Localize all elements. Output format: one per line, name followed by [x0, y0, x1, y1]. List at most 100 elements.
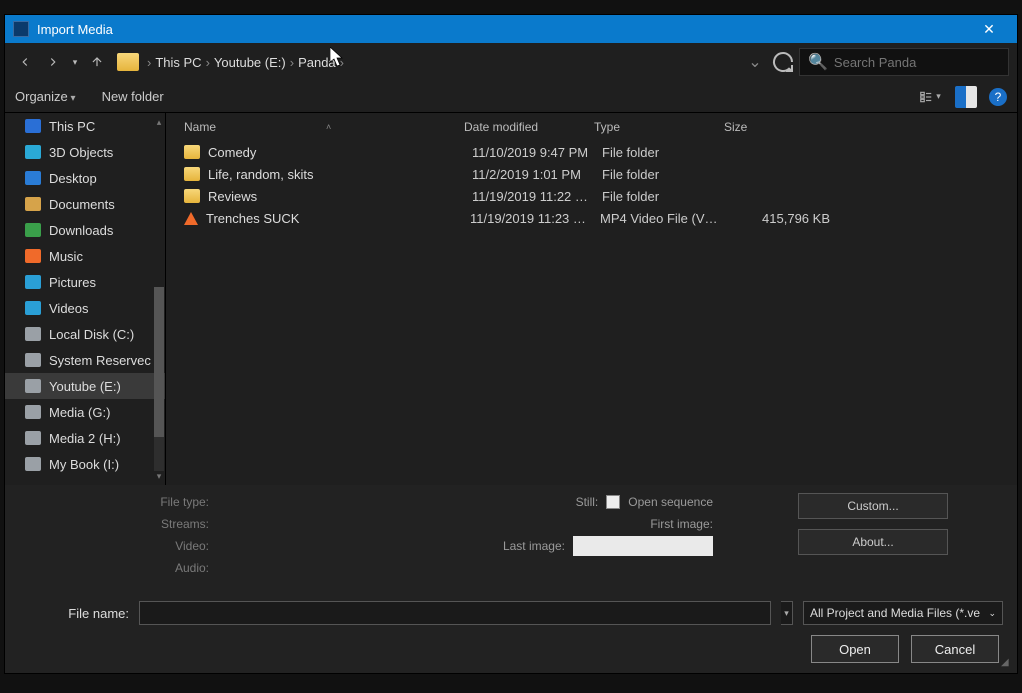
col-name[interactable]: Name˄: [184, 120, 464, 134]
tree-item-label: Media (G:): [49, 405, 110, 420]
breadcrumb: › This PC › Youtube (E:) › Panda ›: [147, 55, 739, 70]
col-date[interactable]: Date modified: [464, 120, 594, 134]
tree-item-label: Documents: [49, 197, 115, 212]
crumb-panda[interactable]: Panda: [298, 55, 336, 70]
action-bar: Open Cancel: [19, 635, 1003, 663]
tree-item[interactable]: Media (G:): [5, 399, 165, 425]
file-size: 415,796 KB: [730, 211, 830, 226]
tree-item[interactable]: Pictures: [5, 269, 165, 295]
tree-item-label: Youtube (E:): [49, 379, 121, 394]
new-folder-button[interactable]: New folder: [102, 89, 164, 104]
search-input[interactable]: [834, 55, 1010, 70]
file-type: File folder: [602, 189, 732, 204]
dialog-body: This PC3D Objects Desktop Documents Downloa…: [5, 113, 1017, 485]
tree-item-label: My Book (I:): [49, 457, 119, 472]
toolbar: Organize New folder ▾ ?: [5, 81, 1017, 113]
file-type: File folder: [602, 145, 732, 160]
col-type[interactable]: Type: [594, 120, 724, 134]
file-type: MP4 Video File (V…: [600, 211, 730, 226]
open-sequence-checkbox[interactable]: [606, 495, 620, 509]
folder-icon: [184, 167, 200, 181]
tree-item[interactable]: System Reservec: [5, 347, 165, 373]
tree-item[interactable]: Downloads: [5, 217, 165, 243]
tree-item[interactable]: Media 2 (H:): [5, 425, 165, 451]
app-icon: [13, 21, 29, 37]
file-list-area: Name˄ Date modified Type Size Comedy11/1…: [165, 113, 1017, 485]
file-type: File folder: [602, 167, 732, 182]
label-video: Video:: [19, 535, 209, 557]
chevron-right-icon: ›: [147, 55, 151, 70]
tree-scrollbar[interactable]: ▴ ▾: [153, 117, 165, 481]
column-headers: Name˄ Date modified Type Size: [166, 113, 1017, 141]
folder-icon: [117, 53, 139, 71]
file-date: 11/19/2019 11:23 …: [470, 211, 600, 226]
scroll-down-icon[interactable]: ▾: [153, 471, 165, 481]
file-name-input[interactable]: [139, 601, 771, 625]
folder-icon: [184, 189, 200, 203]
help-button[interactable]: ?: [989, 88, 1007, 106]
tree-item-label: Local Disk (C:): [49, 327, 134, 342]
last-image-input[interactable]: [573, 536, 713, 556]
close-button[interactable]: ✕: [969, 15, 1009, 43]
file-name: Reviews: [208, 189, 472, 204]
tree-item[interactable]: Desktop: [5, 165, 165, 191]
recent-dropdown-icon[interactable]: ▾: [69, 50, 81, 74]
titlebar: Import Media ✕: [5, 15, 1017, 43]
crumb-youtube-e[interactable]: Youtube (E:): [214, 55, 286, 70]
meta-labels: File type: Streams: Video: Audio:: [19, 491, 219, 579]
file-row[interactable]: Comedy11/10/2019 9:47 PMFile folder: [166, 141, 1017, 163]
tree-item-label: Desktop: [49, 171, 97, 186]
tree-item[interactable]: Local Disk (C:): [5, 321, 165, 347]
label-first-image: First image:: [650, 517, 713, 531]
file-filter-select[interactable]: All Project and Media Files (*.ve ⌄: [803, 601, 1003, 625]
back-button[interactable]: [13, 50, 37, 74]
about-button[interactable]: About...: [798, 529, 948, 555]
chevron-down-icon: ⌄: [988, 608, 996, 619]
cancel-button[interactable]: Cancel: [911, 635, 999, 663]
up-button[interactable]: [85, 50, 109, 74]
searchbox[interactable]: 🔍: [799, 48, 1009, 76]
tree-item[interactable]: Youtube (E:): [5, 373, 165, 399]
tree-item[interactable]: Videos: [5, 295, 165, 321]
scroll-thumb[interactable]: [154, 287, 164, 437]
custom-button[interactable]: Custom...: [798, 493, 948, 519]
file-filter-label: All Project and Media Files (*.ve: [810, 606, 980, 620]
disk-icon: [25, 405, 41, 419]
disk-icon: [25, 431, 41, 445]
file-name-dropdown-icon[interactable]: ▾: [781, 601, 793, 625]
breadcrumb-dropdown-icon[interactable]: ⌄: [743, 52, 767, 72]
forward-button[interactable]: [41, 50, 65, 74]
pictures-icon: [25, 275, 41, 289]
tree-item[interactable]: My Book (I:): [5, 451, 165, 477]
disk-icon: [25, 379, 41, 393]
nav-tree: This PC3D Objects Desktop Documents Downloa…: [5, 113, 165, 485]
tree-item[interactable]: This PC: [5, 113, 165, 139]
file-rows: Comedy11/10/2019 9:47 PMFile folderLife,…: [166, 141, 1017, 485]
disk-icon: [25, 457, 41, 471]
crumb-this-pc[interactable]: This PC: [155, 55, 201, 70]
tree-item-label: Music: [49, 249, 83, 264]
tree-item[interactable]: Documents: [5, 191, 165, 217]
view-options-button[interactable]: ▾: [913, 86, 947, 108]
file-name: Comedy: [208, 145, 472, 160]
tree-item-label: Media 2 (H:): [49, 431, 121, 446]
file-row[interactable]: Life, random, skits11/2/2019 1:01 PMFile…: [166, 163, 1017, 185]
scroll-up-icon[interactable]: ▴: [153, 117, 165, 127]
preview-pane-button[interactable]: [955, 86, 977, 108]
filename-bar: File name: ▾ All Project and Media Files…: [19, 601, 1003, 625]
tree-item-label: System Reservec: [49, 353, 151, 368]
organize-button[interactable]: Organize: [15, 89, 76, 104]
tree-item[interactable]: 3D Objects: [5, 139, 165, 165]
docs-icon: [25, 197, 41, 211]
tree-item[interactable]: Music: [5, 243, 165, 269]
file-row[interactable]: Trenches SUCK11/19/2019 11:23 …MP4 Video…: [166, 207, 1017, 229]
col-size[interactable]: Size: [724, 120, 804, 134]
label-last-image: Last image:: [503, 539, 565, 553]
open-button[interactable]: Open: [811, 635, 899, 663]
music-icon: [25, 249, 41, 263]
window-title: Import Media: [37, 22, 969, 37]
refresh-button[interactable]: [771, 50, 795, 74]
file-row[interactable]: Reviews11/19/2019 11:22 …File folder: [166, 185, 1017, 207]
vlc-icon: [184, 212, 198, 225]
resize-grip-icon[interactable]: ◢: [1001, 657, 1013, 669]
